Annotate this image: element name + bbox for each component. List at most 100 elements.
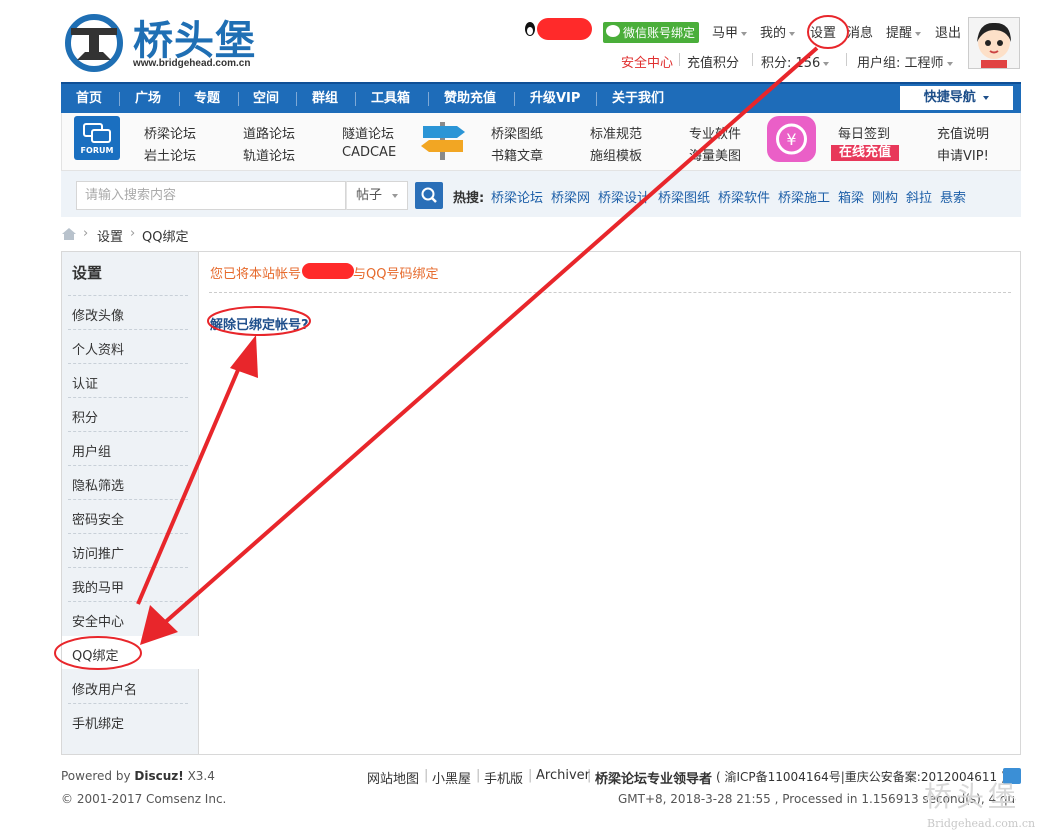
signpost-icon	[421, 122, 465, 160]
link-recharge-help[interactable]: 充值说明	[937, 123, 989, 142]
footer-sitemap[interactable]: 网站地图	[367, 768, 419, 787]
footer-mobile[interactable]: 手机版	[484, 768, 523, 787]
wechat-bind-label: 微信账号绑定	[623, 26, 696, 40]
user-bar: 微信账号绑定 马甲 我的 设置 消息 提醒 退出 安全中心 充值积分 积分: 1…	[0, 0, 1041, 80]
chevron-down-icon	[741, 31, 748, 36]
footer-blackroom[interactable]: 小黑屋	[432, 768, 471, 787]
settings-link[interactable]: 设置	[810, 22, 836, 41]
divider	[752, 53, 753, 66]
search-type-select[interactable]: 帖子	[346, 181, 408, 210]
version-label: X3.4	[187, 769, 215, 783]
hot-search-link[interactable]: 桥梁软件	[718, 187, 770, 206]
hot-search-link[interactable]: 箱梁	[838, 187, 864, 206]
link-software[interactable]: 专业软件	[689, 123, 741, 142]
redacted-username	[537, 18, 592, 40]
hot-search-label: 热搜:	[453, 191, 485, 206]
chevron-down-icon	[789, 31, 796, 36]
sidebar-item-rename[interactable]: 修改用户名	[72, 679, 137, 698]
hot-search-link[interactable]: 刚构	[872, 187, 898, 206]
forum-icon[interactable]: FORUM	[74, 116, 120, 160]
username-menu[interactable]: 马甲	[712, 22, 748, 41]
link-bridge-drawings[interactable]: 桥梁图纸	[491, 123, 543, 142]
link-apply-vip[interactable]: 申请VIP!	[937, 145, 989, 164]
sidebar-item-phone-bind[interactable]: 手机绑定	[72, 713, 124, 732]
recharge-icon: ¥	[767, 116, 816, 162]
sidebar-item-alias[interactable]: 我的马甲	[72, 577, 124, 596]
redacted-account	[302, 263, 354, 279]
nav-vip[interactable]: 升级VIP	[530, 84, 580, 113]
sidebar-item-usergroup[interactable]: 用户组	[72, 441, 111, 460]
nav-space[interactable]: 空间	[253, 84, 279, 113]
chevron-down-icon	[915, 31, 922, 36]
search-type-label: 帖子	[356, 188, 383, 203]
watermark-logo: 桥头堡	[924, 780, 1021, 813]
link-templates[interactable]: 施组模板	[590, 145, 642, 164]
link-geotech-forum[interactable]: 岩土论坛	[144, 145, 196, 164]
hot-search-link[interactable]: 桥梁设计	[598, 187, 650, 206]
notice-prefix: 您已将本站帐号	[210, 267, 302, 282]
nav-sponsor[interactable]: 赞助充值	[444, 84, 496, 113]
link-images[interactable]: 海量美图	[689, 145, 741, 164]
hot-search-link[interactable]: 斜拉	[906, 187, 932, 206]
mine-menu[interactable]: 我的	[760, 22, 796, 41]
hot-search-link[interactable]: 桥梁网	[551, 187, 590, 206]
footer-archiver[interactable]: Archiver	[536, 768, 590, 783]
qq-penguin-icon	[523, 21, 537, 41]
sidebar-item-promotion[interactable]: 访问推广	[72, 543, 124, 562]
link-books[interactable]: 书籍文章	[491, 145, 543, 164]
link-cadcae[interactable]: CADCAE	[342, 145, 396, 160]
link-daily-sign[interactable]: 每日签到	[838, 123, 890, 142]
quick-nav-button[interactable]: 快捷导航	[900, 86, 1013, 110]
user-group-menu[interactable]: 用户组: 工程师	[857, 52, 953, 71]
hot-search-link[interactable]: 桥梁图纸	[658, 187, 710, 206]
nav-groups[interactable]: 群组	[312, 84, 338, 113]
quick-nav-label: 快捷导航	[923, 90, 976, 105]
sidebar-title: 设置	[72, 264, 103, 282]
chevron-down-icon	[823, 61, 830, 66]
hot-search-link[interactable]: 桥梁施工	[778, 187, 830, 206]
forum-icon-label: FORUM	[80, 146, 114, 155]
sidebar-item-security[interactable]: 安全中心	[72, 611, 124, 630]
link-standards[interactable]: 标准规范	[590, 123, 642, 142]
sidebar-item-profile[interactable]: 个人资料	[72, 339, 124, 358]
wechat-bind-button[interactable]: 微信账号绑定	[603, 22, 700, 43]
hot-search-link[interactable]: 悬索	[940, 187, 966, 206]
link-tunnel-forum[interactable]: 隧道论坛	[342, 123, 394, 142]
nav-toolbox[interactable]: 工具箱	[371, 84, 410, 113]
search-button[interactable]	[415, 182, 443, 209]
sidebar-item-points[interactable]: 积分	[72, 407, 98, 426]
chevron-down-icon	[983, 95, 990, 100]
watermark-text: Bridgehead.com.cn	[927, 817, 1036, 830]
sidebar-item-avatar[interactable]: 修改头像	[72, 305, 124, 324]
nav-plaza[interactable]: 广场	[135, 84, 161, 113]
nav-about[interactable]: 关于我们	[612, 84, 664, 113]
avatar-cartoon-icon	[969, 18, 1019, 68]
sidebar-item-password[interactable]: 密码安全	[72, 509, 124, 528]
points-menu[interactable]: 积分: 156	[761, 52, 830, 71]
online-recharge-button[interactable]: 在线充值	[831, 145, 900, 161]
link-bridge-forum[interactable]: 桥梁论坛	[144, 123, 196, 142]
divider	[679, 53, 680, 66]
search-input[interactable]: 请输入搜索内容	[76, 181, 346, 210]
nav-topics[interactable]: 专题	[194, 84, 220, 113]
home-icon[interactable]	[61, 227, 77, 241]
nav-home[interactable]: 首页	[76, 84, 102, 113]
main-nav: 首页 广场 专题 空间 群组 工具箱 赞助充值 升级VIP 关于我们	[61, 82, 1021, 113]
sidebar-item-privacy[interactable]: 隐私筛选	[72, 475, 124, 494]
recharge-points-link[interactable]: 充值积分	[687, 52, 739, 71]
avatar[interactable]	[968, 17, 1020, 69]
logout-link[interactable]: 退出	[935, 22, 961, 41]
discuz-link[interactable]: Discuz!	[134, 769, 183, 783]
link-rail-forum[interactable]: 轨道论坛	[243, 145, 295, 164]
hot-search-link[interactable]: 桥梁论坛	[491, 187, 543, 206]
reminders-menu[interactable]: 提醒	[886, 22, 922, 41]
breadcrumb-settings[interactable]: 设置	[97, 226, 123, 245]
sidebar-item-verify[interactable]: 认证	[72, 373, 98, 392]
sidebar-item-qq-bind[interactable]: QQ绑定	[72, 645, 118, 664]
security-center-link[interactable]: 安全中心	[621, 52, 673, 71]
unbind-account-link[interactable]: 解除已绑定帐号?	[210, 314, 309, 333]
footer-powered: Powered by Discuz! X3.4	[61, 769, 215, 783]
footer-slogan[interactable]: 桥梁论坛专业领导者	[595, 768, 712, 787]
messages-link[interactable]: 消息	[847, 22, 873, 41]
link-road-forum[interactable]: 道路论坛	[243, 123, 295, 142]
